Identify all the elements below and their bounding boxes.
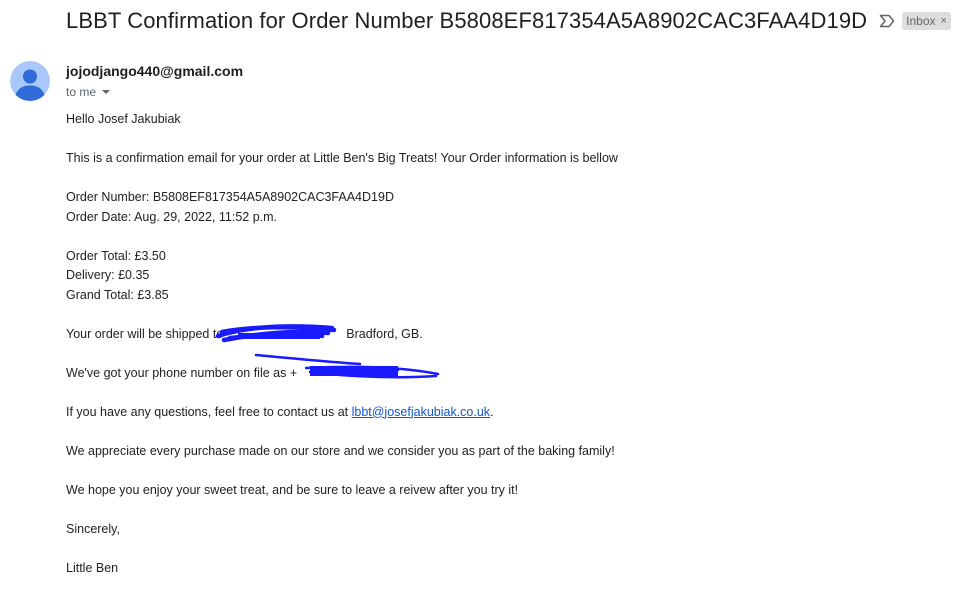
person-avatar-icon [10, 61, 50, 101]
order-total: Order Total: £3.50 [66, 248, 166, 263]
contact-suffix: . [490, 404, 494, 419]
review-text: We hope you enjoy your sweet treat, and … [66, 482, 519, 497]
recipient-details[interactable]: to me [66, 85, 111, 99]
totals-block: Order Total: £3.50 Delivery: £0.35 Grand… [66, 247, 946, 306]
intro-text: This is a confirmation email for your or… [66, 151, 618, 165]
order-info-block: Order Number: B5808EF817354A5A8902CAC3FA… [66, 188, 946, 227]
email-body: Hello Josef Jakubiak This is a confirmat… [66, 110, 946, 598]
contact-line: If you have any questions, feel free to … [66, 403, 946, 423]
greeting: Hello Josef Jakubiak [66, 112, 181, 126]
important-marker-icon[interactable] [879, 14, 895, 28]
recipient-label: to me [66, 85, 97, 99]
inbox-label-chip[interactable]: Inbox × [902, 12, 951, 30]
shipping-city: Bradford, GB. [346, 326, 423, 341]
contact-email-link[interactable]: lbbt@josefjakubiak.co.uk [352, 405, 490, 419]
inbox-label-text: Inbox [906, 13, 936, 28]
grand-total: Grand Total: £3.85 [66, 287, 169, 302]
shipping-prefix: Your order will be shipped to [66, 326, 224, 341]
chevron-down-icon[interactable] [102, 90, 111, 94]
email-subject: LBBT Confirmation for Order Number B5808… [66, 8, 868, 33]
contact-prefix: If you have any questions, feel free to … [66, 404, 352, 419]
order-date: Order Date: Aug. 29, 2022, 11:52 p.m. [66, 209, 278, 224]
email-subject-row: LBBT Confirmation for Order Number B5808… [66, 4, 966, 38]
sender-avatar[interactable] [10, 61, 50, 101]
shipping-line: Your order will be shipped to Bradford, G… [66, 325, 946, 345]
phone-prefix: We've got your phone number on file as + [66, 365, 298, 380]
signature: Little Ben [66, 560, 119, 575]
phone-line: We've got your phone number on file as + [66, 364, 946, 384]
sender-email[interactable]: jojodjango440@gmail.com [66, 63, 243, 79]
order-number: Order Number: B5808EF817354A5A8902CAC3FA… [66, 190, 394, 204]
signoff: Sincerely, [66, 521, 120, 536]
delivery-cost: Delivery: £0.35 [66, 268, 150, 282]
remove-label-icon[interactable]: × [941, 15, 947, 27]
appreciation-text: We appreciate every purchase made on our… [66, 443, 615, 458]
